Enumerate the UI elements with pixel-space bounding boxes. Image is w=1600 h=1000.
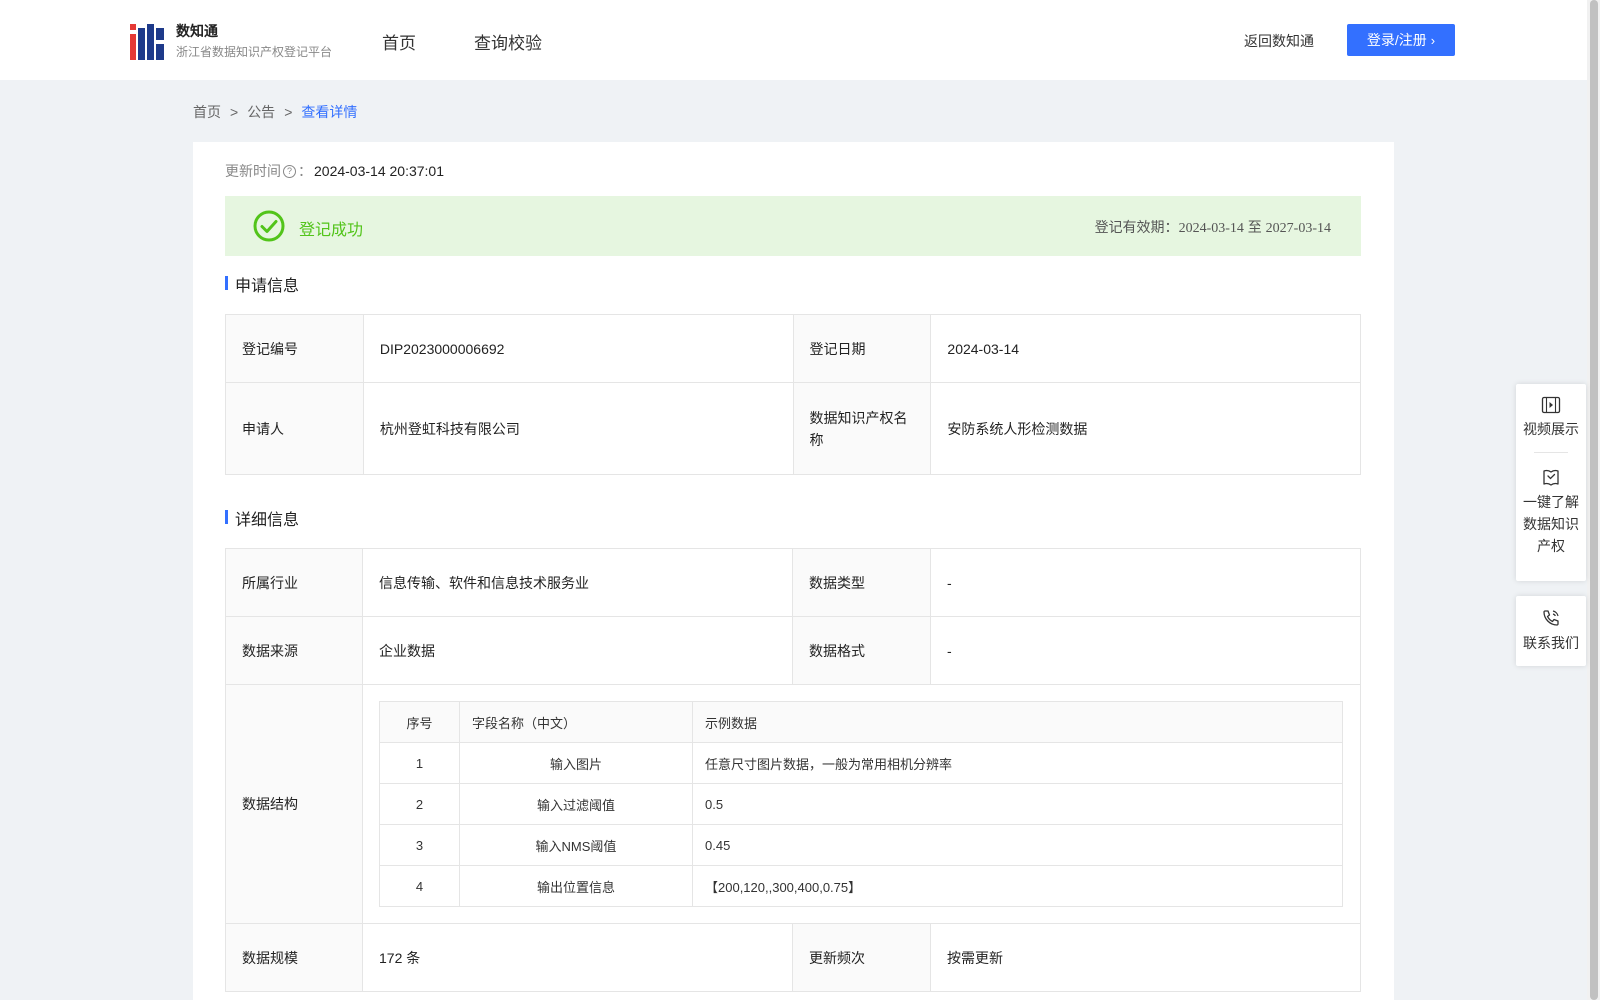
contact-us-button[interactable]: 联系我们 xyxy=(1516,608,1586,654)
scale-label: 数据规模 xyxy=(225,923,363,992)
question-icon[interactable]: ? xyxy=(283,164,296,178)
col-sample-header: 示例数据 xyxy=(692,701,1343,743)
validity-to: 至 xyxy=(1247,219,1262,235)
chevron-right-icon: › xyxy=(1430,33,1436,48)
valid-from: 2024-03-14 xyxy=(1178,221,1244,236)
table-row: 申请人 杭州登虹科技有限公司 数据知识产权名称 安防系统人形检测数据 xyxy=(225,382,1361,475)
source-value: 企业数据 xyxy=(362,616,793,685)
validity-period: 登记有效期：2024-03-14 至 2027-03-14 xyxy=(1095,217,1331,237)
breadcrumb-current: 查看详情 xyxy=(301,104,358,120)
validity-label: 登记有效期： xyxy=(1094,219,1179,235)
update-time-value: 2024-03-14 20:37:01 xyxy=(314,163,444,179)
structure-row: 3 输入NMS阈值 0.45 xyxy=(379,824,1343,866)
breadcrumb-home[interactable]: 首页 xyxy=(193,102,221,122)
scale-value: 172 条 xyxy=(362,923,793,992)
format-value: - xyxy=(929,616,1362,685)
login-register-label: 登录/注册 xyxy=(1366,32,1427,48)
reg-date-label: 登记日期 xyxy=(792,314,932,383)
valid-to: 2027-03-14 xyxy=(1265,221,1331,236)
row-no: 3 xyxy=(379,824,460,866)
breadcrumb-separator: > xyxy=(284,104,293,120)
brand-name: 数知通 xyxy=(176,23,218,39)
breadcrumb: 首页 > 公告 > 查看详情 xyxy=(193,102,357,122)
update-time-colon: ： xyxy=(298,163,312,179)
check-circle-icon xyxy=(253,210,285,242)
data-type-label: 数据类型 xyxy=(791,548,931,617)
learn-ip-label: 一键了解数据知识产权 xyxy=(1523,494,1579,554)
row-name: 输入NMS阈值 xyxy=(459,824,693,866)
contact-us-label: 联系我们 xyxy=(1523,635,1579,651)
row-sample: 任意尺寸图片数据，一般为常用相机分辨率 xyxy=(692,742,1343,784)
industry-value: 信息传输、软件和信息技术服务业 xyxy=(362,548,793,617)
row-no: 4 xyxy=(379,865,460,907)
structure-header-row: 序号 字段名称（中文） 示例数据 xyxy=(379,701,1343,743)
col-name-header: 字段名称（中文） xyxy=(459,701,693,743)
logo-icon[interactable] xyxy=(130,20,166,60)
table-row: 所属行业 信息传输、软件和信息技术服务业 数据类型 - xyxy=(225,548,1362,617)
detail-card: 更新时间 ? ： 2024-03-14 20:37:01 登记成功 登记有效期：… xyxy=(193,142,1394,1000)
row-sample: 【200,120,,300,400,0.75】 xyxy=(692,865,1343,907)
ip-name-label: 数据知识产权名称 xyxy=(792,382,932,475)
industry-label: 所属行业 xyxy=(225,548,363,617)
brand-subtitle: 浙江省数据知识产权登记平台 xyxy=(176,45,333,59)
frequency-label: 更新频次 xyxy=(791,923,931,992)
row-no: 2 xyxy=(379,783,460,825)
row-name: 输入过滤阈值 xyxy=(459,783,693,825)
book-icon xyxy=(1543,469,1559,486)
row-name: 输入图片 xyxy=(459,742,693,784)
structure-table: 序号 字段名称（中文） 示例数据 1 输入图片 任意尺寸图片数据，一般为常用相机… xyxy=(379,701,1343,907)
data-type-value: - xyxy=(929,548,1362,617)
application-info-table: 登记编号 DIP2023000006692 登记日期 2024-03-14 申请… xyxy=(225,314,1361,475)
row-name: 输出位置信息 xyxy=(459,865,693,907)
breadcrumb-notice[interactable]: 公告 xyxy=(247,102,275,122)
nav-home[interactable]: 首页 xyxy=(382,29,416,54)
detail-info-table: 所属行业 信息传输、软件和信息技术服务业 数据类型 - 数据来源 企业数据 数据… xyxy=(225,548,1362,992)
structure-row: 4 输出位置信息 【200,120,,300,400,0.75】 xyxy=(379,865,1343,907)
top-header: 数知通 浙江省数据知识产权登记平台 首页 查询校验 返回数知通 登录/注册 › xyxy=(0,0,1587,80)
ip-name-value: 安防系统人形检测数据 xyxy=(930,382,1361,475)
source-label: 数据来源 xyxy=(225,616,363,685)
format-label: 数据格式 xyxy=(791,616,931,685)
col-no-header: 序号 xyxy=(379,701,460,743)
row-sample: 0.45 xyxy=(692,824,1343,866)
back-to-shuzhitong-link[interactable]: 返回数知通 xyxy=(1244,31,1314,51)
structure-cell: 序号 字段名称（中文） 示例数据 1 输入图片 任意尺寸图片数据，一般为常用相机… xyxy=(362,684,1361,924)
reg-no-label: 登记编号 xyxy=(225,314,364,383)
structure-row: 2 输入过滤阈值 0.5 xyxy=(379,783,1343,825)
frequency-value: 按需更新 xyxy=(929,923,1362,992)
status-banner: 登记成功 登记有效期：2024-03-14 至 2027-03-14 xyxy=(225,196,1361,256)
video-show-button[interactable]: 视频展示 xyxy=(1516,396,1586,452)
float-panel-top: 视频展示 一键了解数据知识产权 xyxy=(1516,384,1586,581)
float-panel-bottom: 联系我们 xyxy=(1516,596,1586,666)
structure-label: 数据结构 xyxy=(225,684,363,924)
video-icon xyxy=(1541,396,1561,414)
video-show-label: 视频展示 xyxy=(1523,421,1579,437)
section-title-application: 申请信息 xyxy=(225,272,299,296)
login-register-button[interactable]: 登录/注册 › xyxy=(1347,24,1455,56)
phone-icon xyxy=(1543,610,1559,626)
learn-ip-button[interactable]: 一键了解数据知识产权 xyxy=(1516,453,1586,557)
reg-no-value: DIP2023000006692 xyxy=(362,314,794,383)
reg-date-value: 2024-03-14 xyxy=(930,314,1361,383)
scrollbar-thumb[interactable] xyxy=(1590,0,1598,1000)
table-row: 数据来源 企业数据 数据格式 - xyxy=(225,616,1362,685)
status-text: 登记成功 xyxy=(299,222,364,239)
table-row: 登记编号 DIP2023000006692 登记日期 2024-03-14 xyxy=(225,314,1361,383)
table-row: 数据结构 序号 字段名称（中文） 示例数据 1 输入图片 任意尺寸图片数据，一般… xyxy=(225,684,1361,924)
row-sample: 0.5 xyxy=(692,783,1343,825)
table-row: 数据规模 172 条 更新频次 按需更新 xyxy=(225,923,1362,992)
applicant-label: 申请人 xyxy=(225,382,364,475)
row-no: 1 xyxy=(379,742,460,784)
breadcrumb-separator: > xyxy=(230,104,239,120)
structure-row: 1 输入图片 任意尺寸图片数据，一般为常用相机分辨率 xyxy=(379,742,1343,784)
applicant-value: 杭州登虹科技有限公司 xyxy=(362,382,794,475)
update-time: 更新时间 ? ： 2024-03-14 20:37:01 xyxy=(225,161,444,181)
nav-query-verify[interactable]: 查询校验 xyxy=(474,29,542,54)
section-title-detail: 详细信息 xyxy=(225,506,299,530)
update-time-label: 更新时间 xyxy=(225,163,281,179)
